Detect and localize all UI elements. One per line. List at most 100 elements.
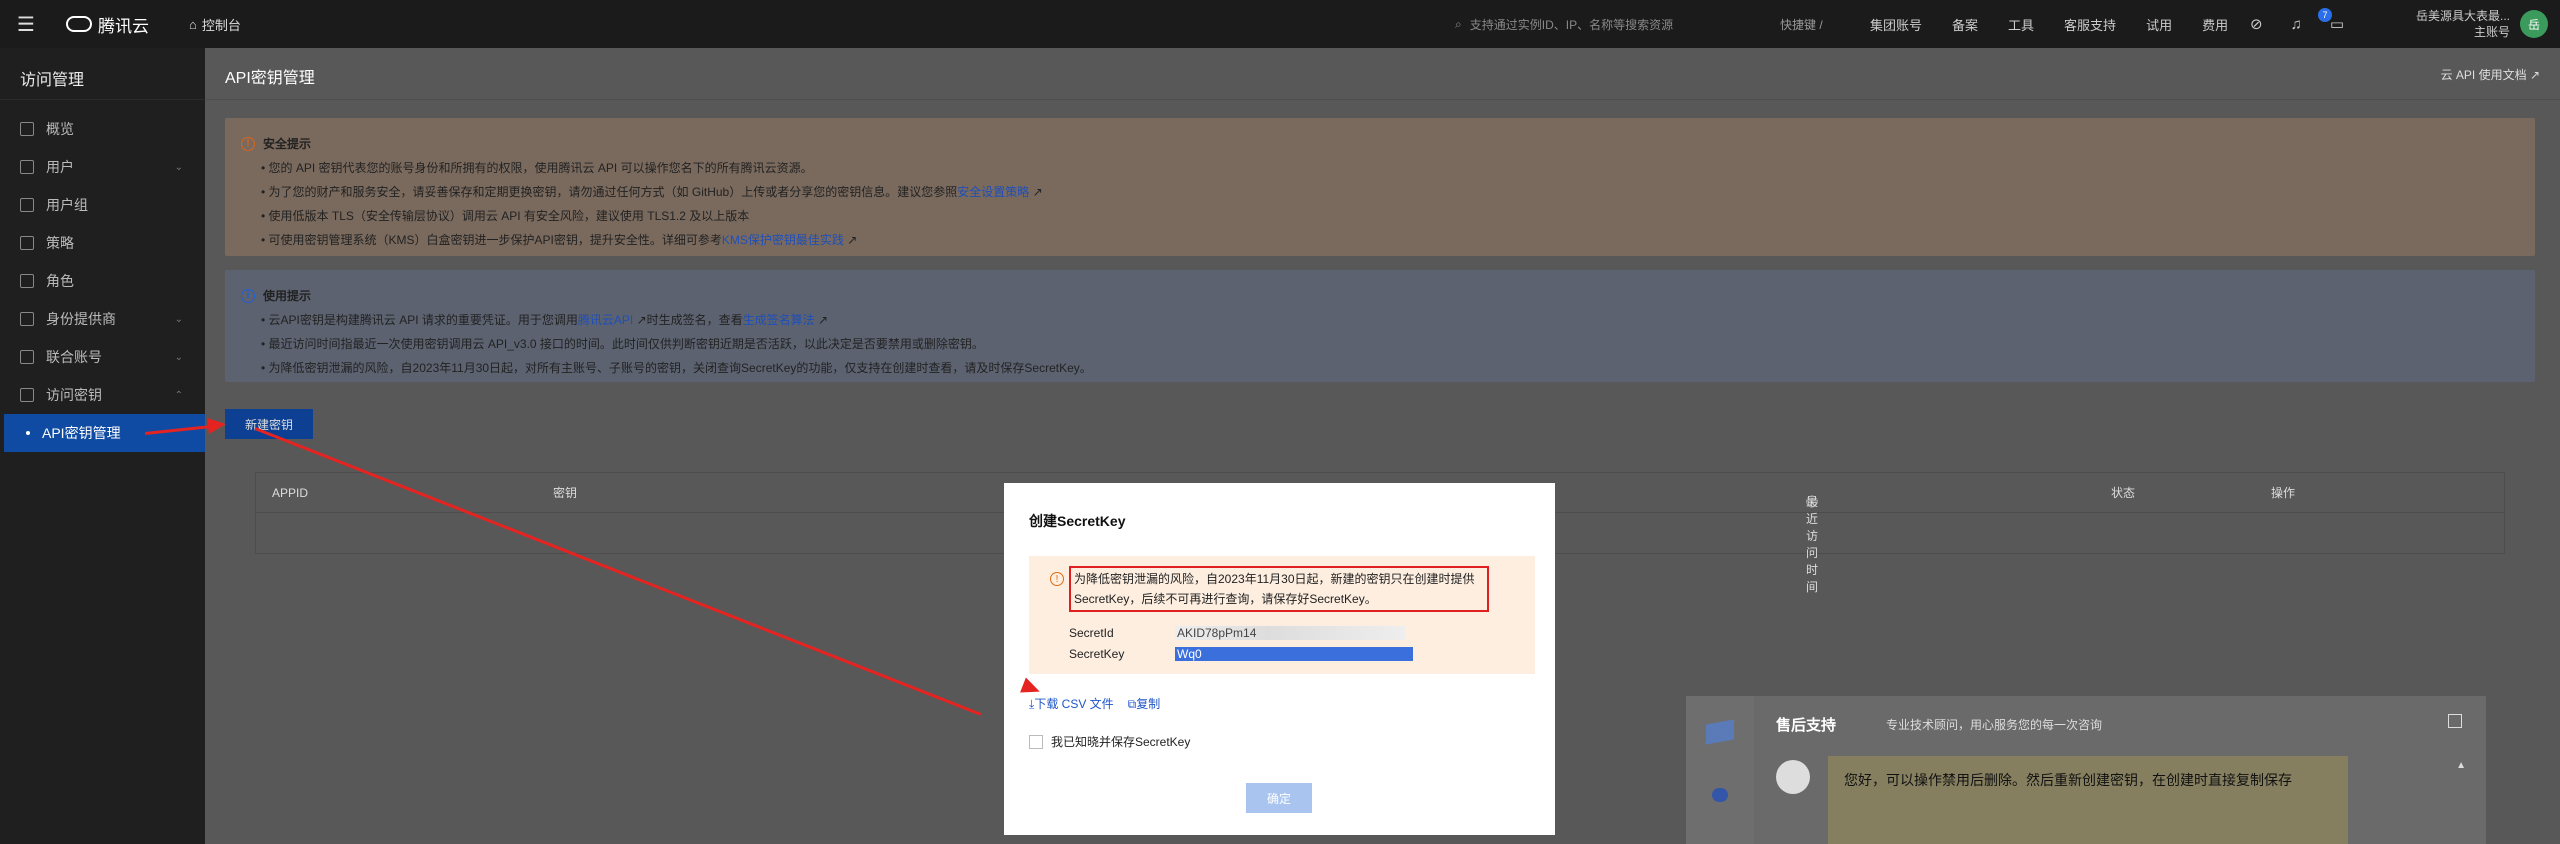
user-info[interactable]: 岳美源具大表最... 主账号 <box>2400 8 2510 40</box>
nav-link-trial[interactable]: 试用 <box>2146 15 2172 34</box>
expand-icon[interactable] <box>2448 714 2462 728</box>
usage-notice: i 使用提示 云API密钥是构建腾讯云 API 请求的重要凭证。用于您调用腾讯云A… <box>225 270 2535 382</box>
sidebar-item-federated-accounts[interactable]: 联合账号 ⌄ <box>0 338 205 376</box>
info-icon: i <box>241 289 255 303</box>
nav-link-filing[interactable]: 备案 <box>1952 15 1978 34</box>
menu-icon[interactable]: ☰ <box>0 0 52 48</box>
download-csv-button[interactable]: ⤓下载 CSV 文件 <box>1029 695 1114 712</box>
console-link[interactable]: ⌂ 控制台 <box>189 15 241 34</box>
list-item-text: 为了您的财产和服务安全，请妥善保存和定期更换密钥，请勿通过任何方式（如 GitH… <box>268 185 958 199</box>
support-message: 您好，可以操作禁用后删除。然后重新创建密钥，在创建时直接复制保存 <box>1828 756 2348 844</box>
sidebar-item-policies[interactable]: 策略 <box>0 224 205 262</box>
checkbox-box[interactable] <box>1029 734 1043 749</box>
list-item: 您的 API 密钥代表您的账号身份和所拥有的权限，使用腾讯云 API 可以操作您… <box>261 156 2519 180</box>
security-settings-link[interactable]: 安全设置策略 <box>957 185 1029 199</box>
chevron-down-icon: ⌄ <box>174 161 183 173</box>
column-actions: 操作 <box>2271 486 2296 500</box>
provider-icon <box>20 312 34 326</box>
warning-icon: ! <box>1050 572 1064 586</box>
kms-best-practice-link[interactable]: KMS保护密钥最佳实践 <box>722 233 844 247</box>
sidebar-item-identity-providers[interactable]: 身份提供商 ⌄ <box>0 300 205 338</box>
scroll-up-icon[interactable]: ▲ <box>2456 760 2466 771</box>
sidebar: 访问管理 概览 用户 ⌄ 用户组 策略 角色 身份提供商 ⌄ 联合账号 ⌄ 访问密钥 ⌃… <box>0 48 205 844</box>
support-logo-icon <box>1706 719 1734 745</box>
console-label: 控制台 <box>201 17 241 33</box>
secret-key-label: SecretKey <box>1069 647 1125 661</box>
list-item: 为降低密钥泄漏的风险，自2023年11月30日起，对所有主账号、子账号的密钥，关… <box>261 356 2519 380</box>
sidebar-item-users[interactable]: 用户 ⌄ <box>0 148 205 186</box>
top-nav-links: 集团账号 备案 工具 客服支持 试用 费用 <box>1870 0 2228 48</box>
top-icons: ⊘ ♫ ▭ <box>2250 0 2344 48</box>
avatar[interactable]: 岳 <box>2520 10 2548 38</box>
agent-avatar <box>1776 760 1810 794</box>
top-bar: ☰ 腾讯云 ⌂ 控制台 ⌕ 支持通过实例ID、IP、名称等搜索资源 快捷键 / … <box>0 0 2560 48</box>
grid-icon <box>20 122 34 136</box>
api-doc-link[interactable]: 云 API 使用文档 ↗ <box>2441 66 2540 83</box>
secret-key-value[interactable]: Wq0 <box>1175 647 1413 661</box>
bell-icon[interactable]: ♫ <box>2291 16 2302 33</box>
support-title: 售后支持 <box>1776 717 1837 734</box>
external-link-icon: ↗ <box>1032 185 1043 199</box>
dialog-actions: ⤓下载 CSV 文件 ⧉复制 <box>1029 695 1160 712</box>
chat-icon[interactable] <box>1712 788 1728 802</box>
search-icon: ⌕ <box>1455 16 1462 31</box>
create-secretkey-dialog: 创建SecretKey ! 为降低密钥泄漏的风险，自2023年11月30日起，新… <box>1004 483 1555 835</box>
api-doc-link-label: 云 API 使用文档 <box>2440 68 2527 82</box>
annotation-arrowhead <box>207 416 227 434</box>
user-role: 主账号 <box>2473 25 2510 39</box>
column-key: 密钥 <box>553 486 578 500</box>
home-icon: ⌂ <box>189 16 197 32</box>
nav-link-billing[interactable]: 费用 <box>2202 15 2228 34</box>
list-item: 可使用密钥管理系统（KMS）白盒密钥进一步保护API密钥，提升安全性。详细可参考… <box>261 228 2519 252</box>
warning-icon: ! <box>241 137 255 151</box>
list-item: 使用低版本 TLS（安全传输层协议）调用云 API 有安全风险，建议使用 TLS… <box>261 204 2519 228</box>
sidebar-item-overview[interactable]: 概览 <box>0 110 205 148</box>
acknowledge-label: 我已知晓并保存SecretKey <box>1051 735 1191 749</box>
nav-link-support[interactable]: 客服支持 <box>2064 15 2116 34</box>
message-icon[interactable]: ▭ <box>2330 15 2344 33</box>
list-item-text: 可使用密钥管理系统（KMS）白盒密钥进一步保护API密钥，提升安全性。详细可参考 <box>268 233 722 247</box>
check-circle-icon[interactable]: ⊘ <box>2250 15 2263 33</box>
copy-button[interactable]: ⧉复制 <box>1128 695 1161 712</box>
sidebar-item-label: 角色 <box>46 273 74 289</box>
brand-logo[interactable]: 腾讯云 <box>66 12 149 37</box>
page-header: API密钥管理 云 API 使用文档 ↗ <box>205 48 2560 100</box>
support-panel: 售后支持 专业技术顾问，用心服务您的每一次咨询 您好，可以操作禁用后删除。然后重… <box>1686 696 2486 844</box>
sidebar-item-user-groups[interactable]: 用户组 <box>0 186 205 224</box>
external-link-icon: ↗ <box>818 313 829 327</box>
cloud-icon <box>66 16 92 32</box>
sidebar-item-api-key-management[interactable]: API密钥管理 <box>4 414 205 452</box>
external-link-icon: ↗ <box>847 233 858 247</box>
nav-link-group-account[interactable]: 集团账号 <box>1870 15 1922 34</box>
signature-algorithm-link[interactable]: 生成签名算法 <box>743 313 815 327</box>
sidebar-item-roles[interactable]: 角色 <box>0 262 205 300</box>
copy-label: 复制 <box>1136 697 1161 711</box>
acknowledge-checkbox[interactable]: 我已知晓并保存SecretKey <box>1029 733 1190 750</box>
external-link-icon: ↗ <box>636 313 647 327</box>
tencent-cloud-api-link[interactable]: 腾讯云API <box>578 313 633 327</box>
dialog-title: 创建SecretKey <box>1029 513 1126 529</box>
confirm-button[interactable]: 确定 <box>1246 783 1312 813</box>
nav-link-tools[interactable]: 工具 <box>2008 15 2034 34</box>
policy-icon <box>20 236 34 250</box>
column-status: 状态 <box>2111 486 2136 500</box>
info-icon[interactable]: ⓘ <box>1806 493 1818 510</box>
list-item: 最近访问时间指最近一次使用密钥调用云 API_v3.0 接口的时间。此时间仅供判… <box>261 332 2519 356</box>
secret-id-row: SecretId AKID78pPm14 <box>1069 626 1405 640</box>
global-search[interactable]: ⌕ 支持通过实例ID、IP、名称等搜索资源 <box>1455 10 1755 38</box>
chevron-down-icon: ⌄ <box>174 313 183 325</box>
user-name: 岳美源具大表最... <box>2415 9 2510 23</box>
notification-badge: 7 <box>2318 8 2332 22</box>
secret-id-value[interactable]: AKID78pPm14 <box>1175 626 1405 640</box>
key-icon <box>20 388 34 402</box>
user-icon <box>20 160 34 174</box>
support-sidebar <box>1686 696 1754 844</box>
sidebar-item-access-keys[interactable]: 访问密钥 ⌃ <box>0 376 205 414</box>
list-item-text: 云API密钥是构建腾讯云 API 请求的重要凭证。用于您调用 <box>268 313 578 327</box>
sidebar-item-label: 用户 <box>46 159 74 175</box>
shortcut-hint: 快捷键 / <box>1780 18 1823 32</box>
chevron-down-icon: ⌄ <box>174 351 183 363</box>
sidebar-item-label: 策略 <box>46 235 74 251</box>
alert-message: 为降低密钥泄漏的风险，自2023年11月30日起，新建的密钥只在创建时提供Sec… <box>1069 566 1489 612</box>
sidebar-item-label: 联合账号 <box>46 349 102 365</box>
